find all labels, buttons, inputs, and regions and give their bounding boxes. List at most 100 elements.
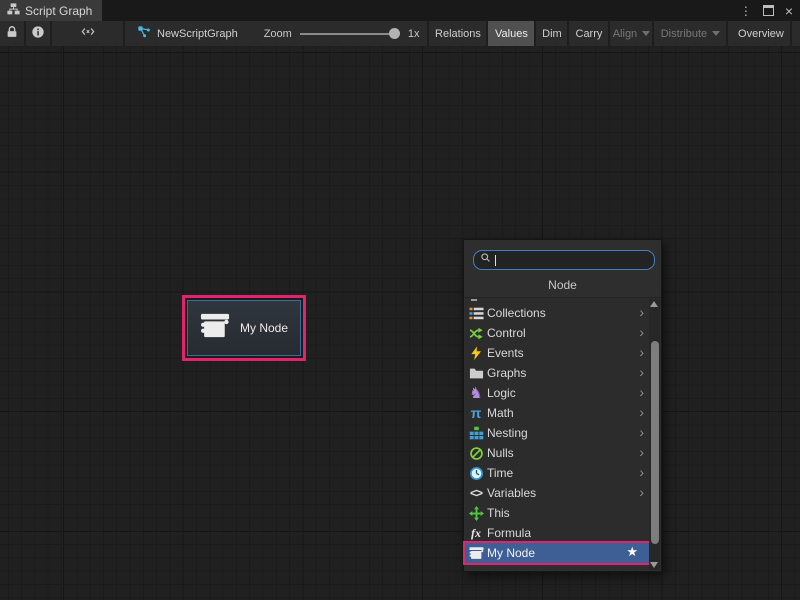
graph-breadcrumb[interactable]: NewScriptGraph	[125, 21, 250, 46]
chevron-right-icon: ›	[639, 345, 644, 359]
scrolled-item-fragment	[471, 299, 477, 301]
finder-item-label: Collections	[487, 306, 546, 320]
close-icon[interactable]: ×	[785, 4, 793, 18]
tab-script-graph[interactable]: Script Graph	[0, 0, 102, 21]
finder-item-label: Graphs	[487, 366, 526, 380]
favorite-star-icon[interactable]: ★	[626, 545, 638, 558]
zoom-slider-track[interactable]	[300, 33, 392, 35]
toolbar-buttons: Relations Values Dim Carry Align Distribute Ov…	[429, 21, 800, 46]
finder-item-label: Nulls	[487, 446, 514, 460]
chevron-right-icon: ›	[639, 445, 644, 459]
finder-item-label: Time	[487, 466, 513, 480]
control-icon	[468, 325, 484, 341]
finder-item-math[interactable]: πMath›	[465, 403, 650, 423]
nulls-icon	[468, 445, 484, 461]
search-input[interactable]	[499, 253, 648, 267]
finder-item-time[interactable]: Time ›	[465, 463, 650, 483]
scroll-thumb[interactable]	[651, 341, 659, 544]
toolbar-button-label: Values	[495, 28, 528, 40]
node-icon	[468, 545, 484, 561]
finder-item-logic[interactable]: ♞Logic›	[465, 383, 650, 403]
toolbar-button-relations[interactable]: Relations	[429, 21, 486, 46]
chevron-right-icon: ›	[639, 365, 644, 379]
toolbar-button-distribute: Distribute	[654, 21, 726, 46]
logic-icon: ♞	[468, 385, 484, 401]
search-icon	[480, 251, 492, 269]
finder-item-variables[interactable]: <>Variables›	[465, 483, 650, 503]
finder-header: Node	[464, 278, 661, 292]
chevron-right-icon: ›	[639, 465, 644, 479]
window-controls: ⋮ ×	[740, 0, 800, 21]
events-icon	[468, 345, 484, 361]
zoom-control: Zoom 1x	[264, 21, 428, 46]
my-node-unit[interactable]: My Node	[182, 295, 306, 361]
toolbar-button-label: Relations	[435, 28, 481, 40]
finder-item-nulls[interactable]: Nulls ›	[465, 443, 650, 463]
variables-icon: <>	[468, 485, 484, 501]
lock-icon	[5, 25, 19, 42]
lock-button[interactable]	[0, 21, 24, 46]
info-icon	[31, 25, 45, 42]
finder-item-graphs[interactable]: Graphs ›	[465, 363, 650, 383]
unit-node-icon	[200, 312, 230, 344]
toolbar-button-carry[interactable]: Carry	[569, 21, 608, 46]
finder-item-this[interactable]: This	[465, 503, 650, 523]
info-button[interactable]	[26, 21, 50, 46]
graph-name: NewScriptGraph	[157, 28, 238, 40]
tab-label: Script Graph	[25, 4, 92, 18]
toolbar-button-dim[interactable]: Dim	[536, 21, 567, 46]
time-icon	[468, 465, 484, 481]
finder-item-nesting[interactable]: Nesting ›	[465, 423, 650, 443]
toolbar-button-overview[interactable]: Overview	[731, 21, 790, 46]
finder-item-label: Nesting	[487, 426, 528, 440]
finder-item-label: Events	[487, 346, 524, 360]
fuzzy-finder-panel: Node Collections › Control› Events › Graphs ›…	[463, 239, 662, 572]
kebab-menu-icon[interactable]: ⋮	[740, 5, 752, 17]
finder-item-label: Math	[487, 406, 514, 420]
maximize-icon[interactable]	[763, 5, 774, 16]
finder-scrollbar[interactable]	[649, 299, 660, 570]
finder-item-events[interactable]: Events ›	[465, 343, 650, 363]
chevron-right-icon: ›	[639, 405, 644, 419]
finder-item-control[interactable]: Control›	[465, 323, 650, 343]
scroll-down-icon[interactable]	[650, 562, 658, 568]
scroll-up-icon[interactable]	[650, 301, 658, 307]
graphs-icon	[468, 365, 484, 381]
toolbar-button-label: Distribute	[661, 28, 707, 40]
toolbar-button-label: Align	[613, 28, 637, 40]
graph-canvas[interactable]	[0, 46, 800, 600]
collections-icon	[468, 305, 484, 321]
toolbar-button-label: Dim	[542, 28, 562, 40]
text-caret	[495, 255, 496, 266]
search-field[interactable]	[473, 250, 655, 270]
finder-item-formula[interactable]: fxFormula	[465, 523, 650, 543]
formula-icon: fx	[468, 525, 484, 541]
angle-x-icon	[80, 25, 96, 42]
script-graph-window: Script Graph ⋮ ×	[0, 0, 800, 600]
finder-item-label: Logic	[487, 386, 516, 400]
finder-item-collections[interactable]: Collections ›	[465, 303, 650, 323]
zoom-slider-knob[interactable]	[389, 28, 400, 39]
graph-icon	[137, 25, 151, 42]
chevron-down-icon	[642, 31, 650, 36]
graph-toolbar: NewScriptGraph Zoom 1x Relations Values Di…	[0, 21, 800, 46]
chevron-right-icon: ›	[639, 325, 644, 339]
script-graph-icon	[7, 3, 20, 19]
chevron-down-icon	[712, 31, 720, 36]
tab-bar: Script Graph ⋮ ×	[0, 0, 800, 21]
chevron-right-icon: ›	[639, 485, 644, 499]
zoom-label: Zoom	[264, 28, 292, 40]
toolbar-button-values[interactable]: Values	[488, 21, 534, 46]
toolbar-button-full-screen[interactable]: Full Screen	[792, 21, 800, 46]
chevron-right-icon: ›	[639, 425, 644, 439]
nesting-icon	[468, 425, 484, 441]
finder-item-my-node[interactable]: My Node★	[465, 543, 650, 563]
zoom-slider[interactable]	[300, 21, 400, 46]
zoom-value: 1x	[408, 28, 420, 40]
chevron-right-icon: ›	[639, 305, 644, 319]
this-icon	[468, 505, 484, 521]
toolbar-button-align: Align	[610, 21, 652, 46]
node-label: My Node	[240, 321, 288, 335]
toolbar-button-label: Carry	[576, 28, 603, 40]
code-preview-button[interactable]	[52, 21, 123, 46]
